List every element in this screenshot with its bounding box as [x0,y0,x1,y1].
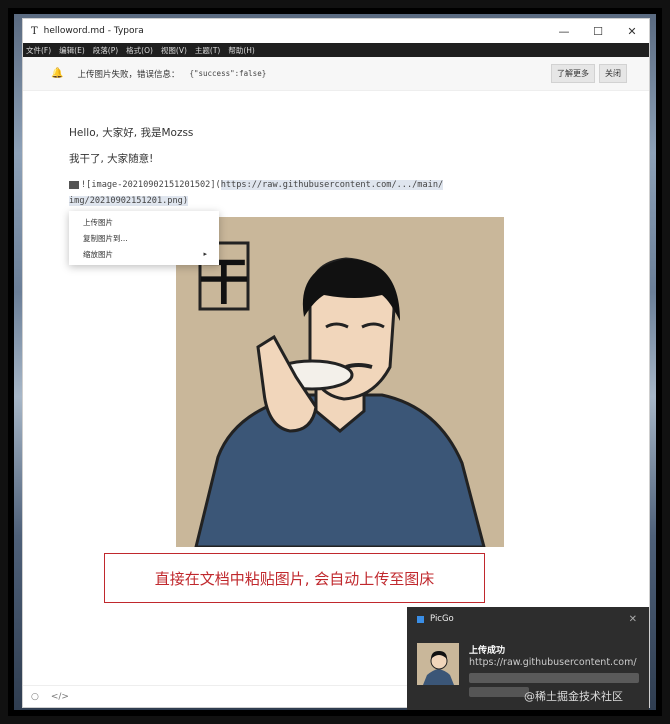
context-menu-item-zoom[interactable]: 缩放图片 ▸ [69,246,219,262]
submenu-arrow-icon: ▸ [203,250,207,258]
toast-thumbnail [417,643,459,685]
toast-blurred-line-2 [469,687,529,697]
markdown-image-source[interactable]: ![image-20210902151201502](https://raw.g… [69,177,609,209]
md-image-url: https://raw.githubusercontent.com/.../ma… [220,180,444,190]
toast-url: https://raw.githubusercontent.com/ [469,657,637,668]
menu-file[interactable]: 文件(F) [26,45,51,56]
menubar: 文件(F) 编辑(E) 段落(P) 格式(O) 视图(V) 主题(T) 帮助(H… [23,43,649,57]
close-button[interactable]: ✕ [615,19,649,43]
menu-view[interactable]: 视图(V) [161,45,187,56]
titlebar: T helloword.md - Typora — ☐ ✕ [23,19,649,43]
caption-box: 直接在文档中粘贴图片, 会自动上传至图床 [104,553,485,603]
toast-app-name: PicGo [430,614,454,624]
paragraph-cheers: 我干了, 大家随意! [69,153,154,165]
menu-theme[interactable]: 主题(T) [195,45,220,56]
minimize-button[interactable]: — [547,19,581,43]
notice-error-code: {"success":false} [189,69,267,78]
outline-toggle-icon[interactable]: ○ [31,692,39,702]
paragraph-greeting: Hello, 大家好, 我是Mozss [69,127,194,139]
maximize-button[interactable]: ☐ [581,19,615,43]
image-mustache [345,363,373,369]
inserted-image[interactable]: 干 [176,217,504,547]
learn-more-button[interactable]: 了解更多 [551,64,595,83]
context-menu-item-upload[interactable]: 上传图片 [69,214,219,230]
editor-area[interactable]: Hello, 大家好, 我是Mozss 我干了, 大家随意! ![image-2… [23,91,649,691]
md-image-path: img/20210902151201.png) [69,196,188,206]
context-menu-item-copy[interactable]: 复制图片到... [69,230,219,246]
notice-close-button[interactable]: 关闭 [599,64,627,83]
typora-window: T helloword.md - Typora — ☐ ✕ 文件(F) 编辑(E… [22,18,650,708]
upload-error-notice: 🔔 上传图片失败，错误信息： {"success":false} 了解更多 关闭 [23,57,649,91]
md-image-prefix: ![image-20210902151201502]( [81,180,221,190]
toast-blurred-line [469,673,639,683]
window-title: helloword.md - Typora [43,26,144,36]
menu-format[interactable]: 格式(O) [126,45,153,56]
menu-edit[interactable]: 编辑(E) [59,45,85,56]
menu-paragraph[interactable]: 段落(P) [93,45,118,56]
context-menu: 上传图片 复制图片到... 缩放图片 ▸ [69,211,219,265]
watermark: @稀土掘金技术社区 [524,690,623,703]
notice-message: 上传图片失败，错误信息： [77,69,180,80]
source-mode-icon[interactable]: </> [51,692,69,702]
toast-close-icon[interactable]: ✕ [629,614,637,625]
image-icon [69,180,79,189]
picgo-app-icon [417,615,424,623]
menu-help[interactable]: 帮助(H) [228,45,255,56]
bell-icon: 🔔 [51,68,64,79]
toast-title: 上传成功 [469,646,506,656]
typora-app-icon: T [31,25,38,37]
